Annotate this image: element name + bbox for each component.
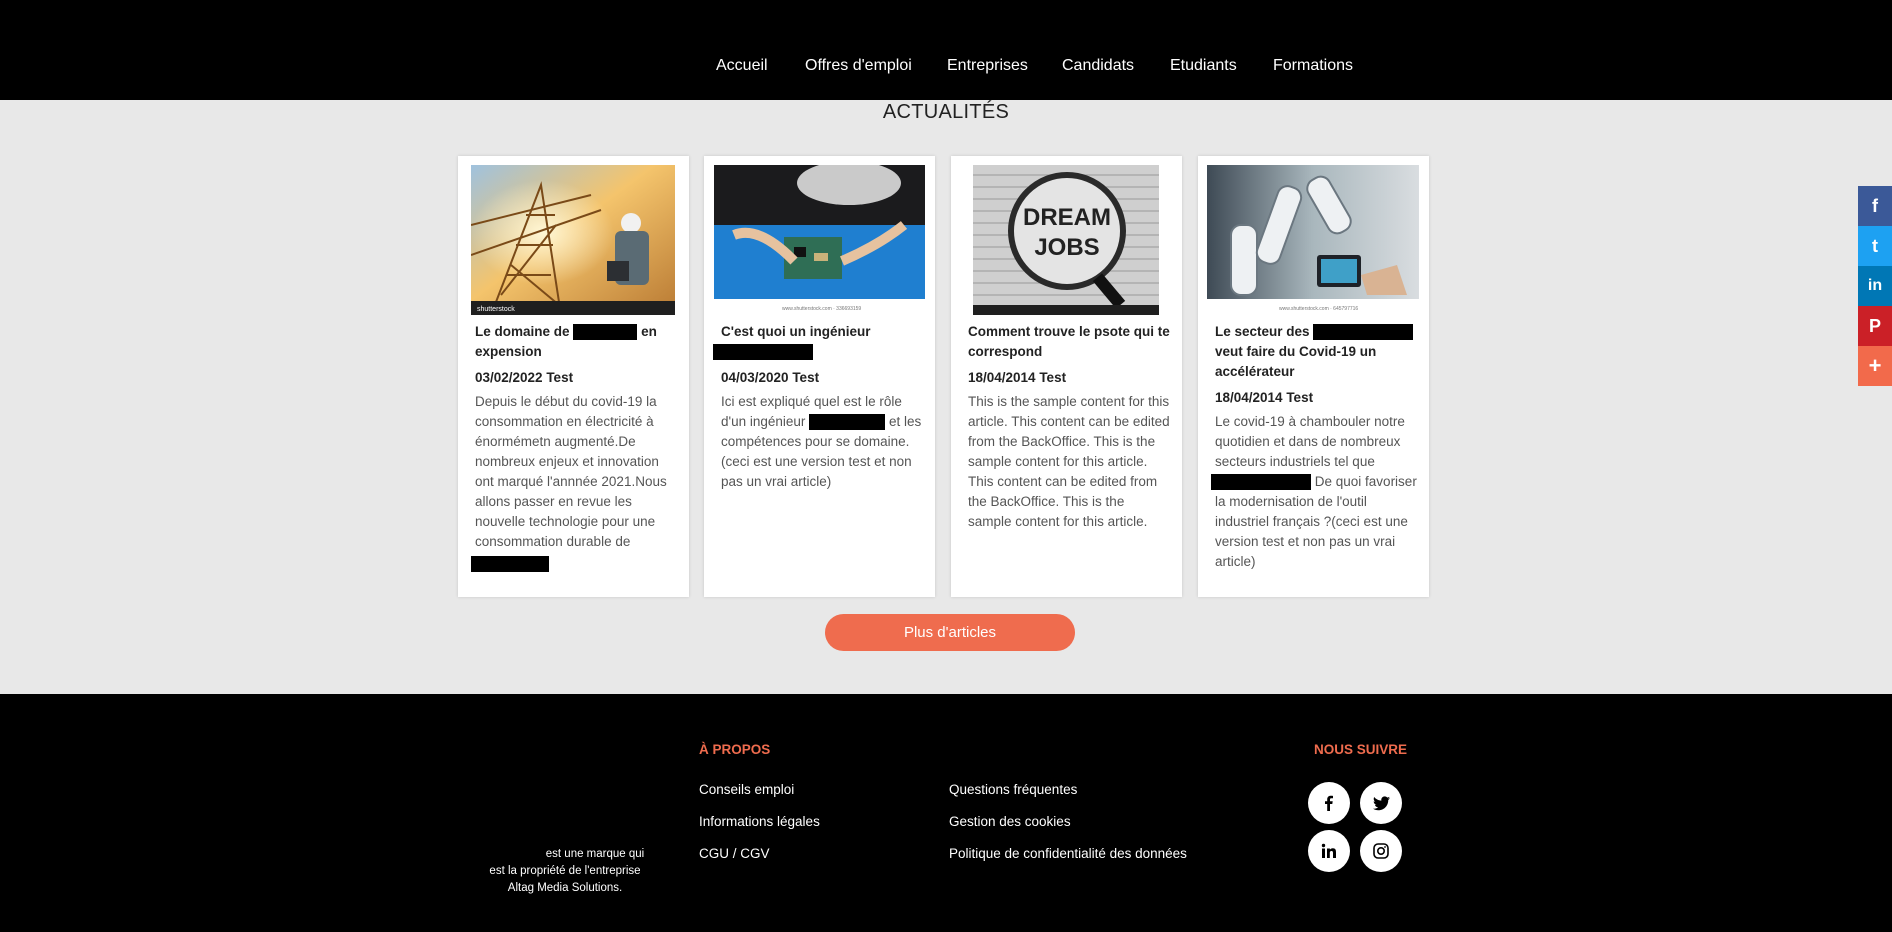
- article-card[interactable]: www.shutterstock.com · 645797716 Le sect…: [1198, 156, 1429, 597]
- share-linkedin-button[interactable]: in: [1858, 266, 1892, 306]
- redacted-block: [573, 324, 638, 341]
- article-title[interactable]: Comment trouve le psote qui te correspon…: [968, 322, 1170, 362]
- svg-text:shutterstock: shutterstock: [477, 306, 515, 313]
- footer-brand-text: est une marque qui est la propriété de l…: [480, 846, 650, 897]
- section-title: ACTUALITÉS: [882, 101, 1010, 123]
- footer-facebook-link[interactable]: [1308, 782, 1350, 824]
- nav-entreprises[interactable]: Entreprises: [947, 57, 1028, 75]
- nav-accueil[interactable]: Accueil: [716, 57, 768, 75]
- title-part-1[interactable]: Le domaine de: [475, 324, 570, 339]
- plus-icon: +: [1868, 353, 1882, 378]
- footer-instagram-link[interactable]: [1360, 830, 1402, 872]
- article-title[interactable]: Le secteur des veut faire du Covid-19 un…: [1215, 322, 1417, 382]
- share-pinterest-button[interactable]: P: [1858, 306, 1892, 346]
- instagram-icon: [1373, 843, 1389, 859]
- article-excerpt: This is the sample content for this arti…: [968, 394, 1170, 529]
- linkedin-icon: [1321, 843, 1336, 858]
- footer-heading-follow: NOUS SUIVRE: [1314, 742, 1408, 757]
- footer-link-privacy[interactable]: Politique de confidentialité des données: [949, 846, 1187, 861]
- footer-heading-apropos: À PROPOS: [699, 742, 771, 757]
- share-more-button[interactable]: +: [1858, 346, 1892, 386]
- excerpt-text: Depuis le début du covid-19 la consommat…: [475, 394, 667, 549]
- redacted-block: [809, 414, 886, 431]
- redacted-block: [471, 556, 549, 572]
- article-date: 03/02/2022 Test: [475, 370, 574, 385]
- article-card[interactable]: DREAM JOBS Comment trouve le psote qui t…: [951, 156, 1182, 597]
- article-excerpt: Le covid-19 à chambouler notre quotidien…: [1211, 412, 1417, 572]
- top-navbar: Accueil Offres d'emploi Entreprises Cand…: [0, 0, 1892, 100]
- footer-link-informations-legales[interactable]: Informations légales: [699, 814, 820, 829]
- footer-link-faq[interactable]: Questions fréquentes: [949, 782, 1077, 797]
- nav-formations[interactable]: Formations: [1273, 57, 1353, 75]
- brand-line-1: est une marque qui: [545, 848, 645, 860]
- article-excerpt: Depuis le début du covid-19 la consommat…: [475, 392, 677, 552]
- excerpt-text-1: Le covid-19 à chambouler notre quotidien…: [1215, 414, 1405, 469]
- footer-link-cookies[interactable]: Gestion des cookies: [949, 814, 1071, 829]
- footer-linkedin-link[interactable]: [1308, 830, 1350, 872]
- footer-link-cgu-cgv[interactable]: CGU / CGV: [699, 846, 770, 861]
- nav-etudiants[interactable]: Etudiants: [1170, 57, 1237, 75]
- twitter-icon: t: [1872, 235, 1878, 256]
- article-image-power-engineer[interactable]: shutterstock: [471, 165, 675, 315]
- svg-text:www.shutterstock.com · 6457977: www.shutterstock.com · 645797716: [1279, 306, 1358, 312]
- title-part-1[interactable]: C'est quoi un ingénieur: [721, 324, 870, 339]
- article-image-industrial-robot[interactable]: www.shutterstock.com · 645797716: [1207, 165, 1419, 315]
- article-title[interactable]: C'est quoi un ingénieur: [713, 322, 923, 362]
- article-date: 18/04/2014 Test: [968, 370, 1067, 385]
- linkedin-icon: in: [1867, 277, 1883, 294]
- svg-text:www.shutterstock.com · 3366931: www.shutterstock.com · 336693159: [782, 306, 861, 312]
- svg-text:DREAM: DREAM: [1023, 204, 1111, 231]
- brand-line-3: Altag Media Solutions.: [507, 882, 623, 894]
- redacted-block: [713, 344, 813, 361]
- brand-line-2: est la propriété de l'entreprise: [489, 865, 641, 877]
- redacted-block: [1313, 324, 1414, 341]
- article-date: 18/04/2014 Test: [1215, 390, 1314, 405]
- article-card[interactable]: www.shutterstock.com · 336693159 C'est q…: [704, 156, 935, 597]
- footer: À PROPOS NOUS SUIVRE Conseils emploi Inf…: [0, 694, 1892, 932]
- more-articles-button[interactable]: Plus d'articles: [825, 614, 1075, 651]
- main-nav: Accueil Offres d'emploi Entreprises Cand…: [0, 57, 1892, 81]
- nav-candidats[interactable]: Candidats: [1062, 57, 1134, 75]
- article-title[interactable]: Le domaine de en expension: [475, 322, 677, 362]
- article-image-circuit-board[interactable]: www.shutterstock.com · 336693159: [714, 165, 925, 315]
- article-card[interactable]: shutterstock Le domaine de en expension …: [458, 156, 689, 597]
- facebook-icon: [1325, 795, 1333, 811]
- facebook-icon: f: [1872, 195, 1878, 216]
- footer-twitter-link[interactable]: [1360, 782, 1402, 824]
- share-twitter-button[interactable]: t: [1858, 226, 1892, 266]
- svg-text:JOBS: JOBS: [1034, 234, 1099, 261]
- share-facebook-button[interactable]: f: [1858, 186, 1892, 226]
- article-date: 04/03/2020 Test: [721, 370, 820, 385]
- redacted-block: [1211, 474, 1311, 491]
- nav-offres-emploi[interactable]: Offres d'emploi: [805, 57, 912, 75]
- pinterest-icon: P: [1868, 315, 1881, 336]
- article-image-dream-jobs[interactable]: DREAM JOBS: [973, 165, 1159, 315]
- article-excerpt: Ici est expliqué quel est le rôle d'un i…: [721, 392, 923, 492]
- title-part-1[interactable]: Le secteur des: [1215, 324, 1310, 339]
- footer-link-conseils-emploi[interactable]: Conseils emploi: [699, 782, 794, 797]
- title-part-2[interactable]: veut faire du Covid-19 un accélérateur: [1215, 344, 1376, 379]
- twitter-icon: [1372, 795, 1390, 810]
